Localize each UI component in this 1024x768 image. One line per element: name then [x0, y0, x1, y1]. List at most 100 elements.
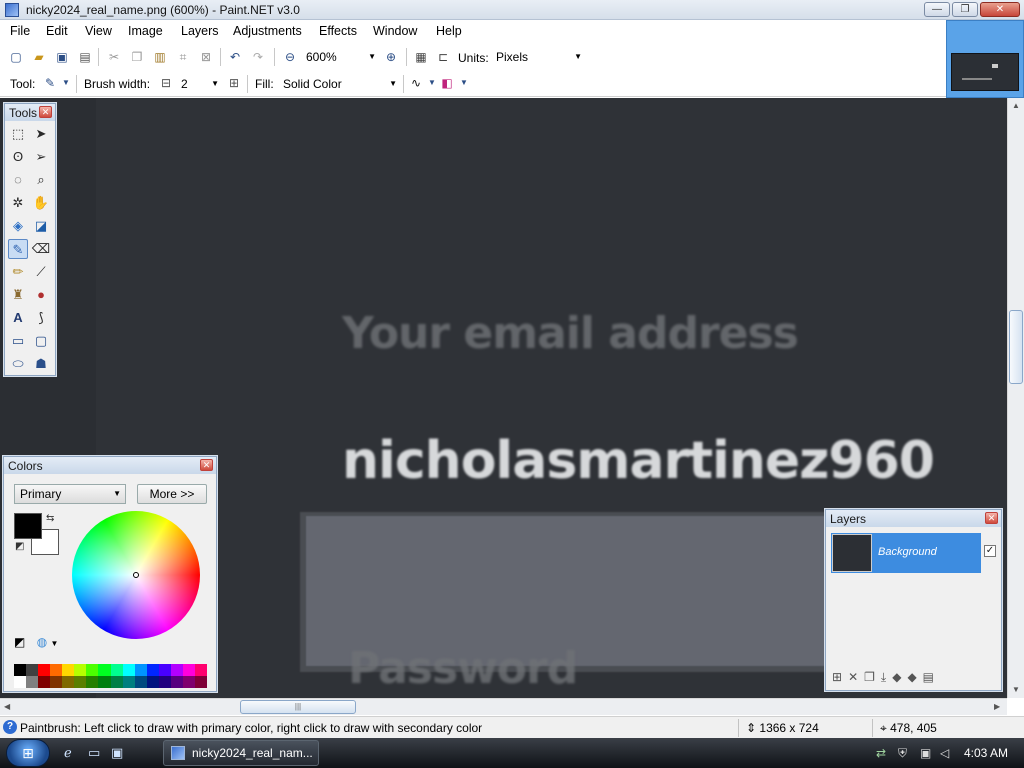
menu-window[interactable]: Window [373, 24, 417, 38]
rectangle-icon[interactable]: ▭ [8, 331, 28, 351]
paste-icon[interactable]: ▥ [152, 49, 168, 65]
color-swatch[interactable] [86, 676, 99, 688]
menu-layers[interactable]: Layers [181, 24, 219, 38]
add-color-icon[interactable]: ◍ [37, 635, 47, 649]
more-colors-button[interactable]: More >> [137, 484, 207, 504]
color-swatch[interactable] [62, 664, 75, 676]
move-selection-icon[interactable]: ➤ [31, 124, 51, 144]
close-icon[interactable]: ✕ [39, 106, 52, 118]
close-icon[interactable]: ✕ [985, 512, 998, 524]
show-desktop-icon[interactable]: ▭ [88, 745, 100, 761]
color-swatch[interactable] [194, 664, 207, 676]
color-swatch[interactable] [182, 664, 195, 676]
close-icon[interactable]: ✕ [200, 459, 213, 471]
color-wheel-marker[interactable] [133, 572, 139, 578]
eraser-icon[interactable]: ⌫ [31, 239, 51, 259]
horizontal-scrollbar[interactable]: ◀ ||| ▶ [0, 698, 1007, 715]
switch-windows-icon[interactable]: ▣ [111, 745, 123, 761]
rounded-rectangle-icon[interactable]: ▢ [31, 331, 51, 351]
colors-palette-title[interactable]: Colors ✕ [4, 457, 216, 474]
volume-icon[interactable]: ◁ [940, 746, 949, 760]
pencil-icon[interactable]: ✏ [8, 262, 28, 282]
delete-layer-icon[interactable]: ✕ [848, 670, 858, 685]
zoom-dropdown[interactable]: 600% ▼ [302, 48, 378, 66]
color-swatch[interactable] [110, 676, 123, 688]
tools-palette-title[interactable]: Tools ✕ [5, 104, 55, 121]
vertical-scrollbar[interactable]: ▲ ▼ [1007, 98, 1024, 698]
magic-wand-icon[interactable]: ✲ [8, 193, 28, 213]
freeform-shape-icon[interactable]: ☗ [31, 354, 51, 374]
copy-icon[interactable]: ❐ [129, 49, 145, 65]
move-selected-pixels-icon[interactable]: ➢ [31, 147, 51, 167]
color-swatch[interactable] [14, 676, 27, 688]
rectangle-select-icon[interactable]: ⬚ [8, 124, 28, 144]
color-swatch[interactable] [194, 676, 207, 688]
cut-icon[interactable]: ✂ [106, 49, 122, 65]
color-swatch[interactable] [134, 676, 147, 688]
color-swatch[interactable] [50, 664, 63, 676]
pan-hand-icon[interactable]: ✋ [31, 193, 51, 213]
start-button[interactable]: ⊞ [6, 739, 50, 767]
scroll-right-icon[interactable]: ▶ [994, 702, 1000, 711]
add-layer-icon[interactable]: ⊞ [832, 670, 842, 685]
menu-effects[interactable]: Effects [319, 24, 357, 38]
paint-bucket-icon[interactable]: ◈ [8, 216, 28, 236]
color-swatch[interactable] [26, 676, 39, 688]
chevron-down-icon[interactable]: ▼ [424, 75, 440, 91]
menu-view[interactable]: View [85, 24, 112, 38]
move-layer-down-icon[interactable]: ◆ [907, 670, 916, 685]
chevron-down-icon[interactable]: ▼ [51, 639, 59, 648]
color-swatch[interactable] [146, 676, 159, 688]
menu-file[interactable]: File [10, 24, 30, 38]
color-swatch[interactable] [74, 676, 87, 688]
horizontal-scroll-thumb[interactable]: ||| [240, 700, 356, 714]
undo-icon[interactable]: ↶ [227, 49, 243, 65]
antialiasing-icon[interactable]: ∿ [408, 75, 424, 91]
paintbrush-icon[interactable]: ✎ [42, 75, 58, 91]
brush-width-dropdown[interactable]: 2 ▼ [177, 75, 221, 93]
palette-icon[interactable]: ◩ [14, 635, 25, 649]
save-icon[interactable]: ▣ [54, 49, 70, 65]
menu-help[interactable]: Help [436, 24, 462, 38]
crop-icon[interactable]: ⌗ [175, 49, 191, 65]
line-curve-icon[interactable]: ⟆ [31, 308, 51, 328]
security-icon[interactable]: ⛨ [898, 746, 907, 761]
move-layer-up-icon[interactable]: ◆ [892, 670, 901, 685]
color-swatch[interactable] [74, 664, 87, 676]
color-swatch[interactable] [122, 676, 135, 688]
zoom-in-icon[interactable]: ⊕ [383, 49, 399, 65]
zoom-out-icon[interactable]: ⊖ [282, 49, 298, 65]
menu-edit[interactable]: Edit [46, 24, 68, 38]
recolor-icon[interactable]: ● [31, 285, 51, 305]
color-swatch[interactable] [62, 676, 75, 688]
color-swatch[interactable] [110, 664, 123, 676]
open-file-icon[interactable]: ▰ [31, 49, 47, 65]
merge-layer-icon[interactable]: ⤓ [881, 670, 886, 685]
print-icon[interactable]: ▤ [77, 49, 93, 65]
scroll-up-icon[interactable]: ▲ [1012, 101, 1020, 110]
color-swatch[interactable] [170, 664, 183, 676]
color-swatch[interactable] [38, 664, 51, 676]
color-swatch[interactable] [26, 664, 39, 676]
rulers-icon[interactable]: ⊏ [435, 49, 451, 65]
close-button[interactable]: ✕ [980, 2, 1020, 17]
image-navigator-thumbnail[interactable] [946, 20, 1024, 98]
clone-stamp-icon[interactable]: ♜ [8, 285, 28, 305]
gradient-icon[interactable]: ◪ [31, 216, 51, 236]
color-swatch[interactable] [134, 664, 147, 676]
duplicate-layer-icon[interactable]: ❐ [864, 670, 875, 685]
color-swatch[interactable] [14, 664, 27, 676]
ellipse-select-icon[interactable]: ◌ [8, 170, 28, 190]
color-swatch[interactable] [122, 664, 135, 676]
blend-mode-icon[interactable]: ◧ [439, 75, 455, 91]
color-swatch[interactable] [158, 664, 171, 676]
ellipse-icon[interactable]: ⬭ [8, 354, 28, 374]
layer-item-background[interactable]: Background [831, 533, 981, 573]
deselect-icon[interactable]: ⊠ [198, 49, 214, 65]
color-swatch[interactable] [158, 676, 171, 688]
color-swatch[interactable] [146, 664, 159, 676]
color-swatch[interactable] [98, 676, 111, 688]
color-swatch[interactable] [38, 676, 51, 688]
increase-width-icon[interactable]: ⊞ [226, 75, 242, 91]
menu-image[interactable]: Image [128, 24, 163, 38]
